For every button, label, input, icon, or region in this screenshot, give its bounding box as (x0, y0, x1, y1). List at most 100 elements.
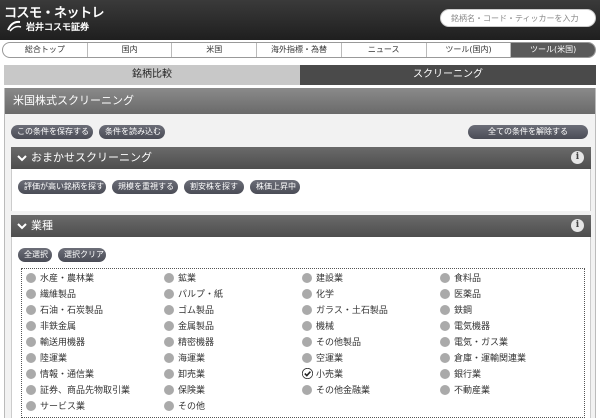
logo-title[interactable]: コスモ・ネットレ (4, 2, 105, 21)
industry-checkbox[interactable]: その他金融業 (302, 383, 370, 396)
checkbox-circle-icon (164, 352, 174, 363)
checkbox-circle-icon (302, 304, 312, 315)
industry-checkbox[interactable]: 医薬品 (440, 287, 481, 300)
checkbox-circle-icon (302, 352, 312, 363)
nav-tools-domestic[interactable]: ツール(国内) (427, 43, 512, 57)
nav-domestic[interactable]: 国内 (88, 43, 173, 57)
industry-checkbox[interactable]: 倉庫・運輸関連業 (440, 351, 526, 364)
omakase-section-title: おまかせスクリーニング (31, 151, 152, 164)
checkbox-circle-icon (440, 352, 450, 363)
checkbox-circle-icon (26, 320, 36, 331)
checkbox-circle-icon (164, 336, 174, 347)
checkbox-circle-icon (440, 272, 450, 283)
industry-checkbox[interactable]: サービス業 (26, 399, 85, 412)
checkbox-circle-icon (26, 400, 36, 411)
industry-checkbox[interactable]: 情報・通信業 (26, 367, 94, 380)
checkbox-circle-icon (26, 336, 36, 347)
checkbox-circle-icon (164, 304, 174, 315)
industry-checkbox[interactable]: 石油・石炭製品 (26, 303, 103, 316)
save-conditions-button[interactable]: この条件を保存する (11, 125, 93, 139)
checkbox-circle-icon (26, 368, 36, 379)
nav-overseas-fx[interactable]: 海外指標・為替 (257, 43, 342, 57)
checkbox-circle-icon (26, 384, 36, 395)
chevron-down-icon (17, 223, 27, 230)
checkbox-circle-icon (164, 320, 174, 331)
industry-checkbox[interactable]: 電気機器 (440, 319, 490, 332)
industry-checkbox[interactable]: 銀行業 (440, 367, 481, 380)
main-nav: 総合トップ 国内 米国 海外指標・為替 ニュース ツール(国内) ツール(米国) (2, 42, 596, 58)
checkbox-circle-icon (26, 272, 36, 283)
omakase-undervalued-button[interactable]: 割安株を探す (184, 180, 244, 194)
industry-checkbox[interactable]: 鉱業 (164, 271, 196, 284)
search-input[interactable] (440, 9, 596, 27)
checkbox-circle-icon (302, 384, 312, 395)
industry-checkbox[interactable]: 空運業 (302, 351, 343, 364)
load-conditions-button[interactable]: 条件を読み込む (99, 125, 165, 139)
checkbox-circle-icon (164, 288, 174, 299)
nav-top[interactable]: 総合トップ (3, 43, 88, 57)
checkbox-circle-icon (164, 368, 174, 379)
checkbox-circle-icon (164, 272, 174, 283)
checkbox-circle-icon (302, 336, 312, 347)
industry-checkbox[interactable]: 海運業 (164, 351, 205, 364)
checkbox-circle-icon (26, 304, 36, 315)
nav-us[interactable]: 米国 (172, 43, 258, 57)
industry-checkbox[interactable]: 水産・農林業 (26, 271, 94, 284)
info-icon[interactable]: i (571, 151, 584, 164)
industry-checkbox-checked[interactable]: 小売業 (302, 367, 343, 380)
logo-subtitle: 岩井コスモ証券 (26, 23, 90, 33)
info-icon[interactable]: i (571, 219, 584, 232)
industry-checkbox[interactable]: 精密機器 (164, 335, 214, 348)
industry-checkbox[interactable]: 繊維製品 (26, 287, 76, 300)
omakase-section-body: 評価が高い銘柄を探す 規模を重視する 割安株を探す 株価上昇中 (11, 169, 591, 211)
checkbox-circle-icon (164, 400, 174, 411)
checkbox-circle-icon (440, 368, 450, 379)
nav-news[interactable]: ニュース (342, 43, 427, 57)
sub-tabs: 銘柄比較 スクリーニング (4, 65, 596, 85)
industry-checkbox[interactable]: 陸運業 (26, 351, 67, 364)
checkbox-circle-icon (26, 288, 36, 299)
omakase-rising-button[interactable]: 株価上昇中 (250, 180, 300, 194)
industry-checkbox[interactable]: 建設業 (302, 271, 343, 284)
industry-checkbox[interactable]: 保険業 (164, 383, 205, 396)
omakase-high-rating-button[interactable]: 評価が高い銘柄を探す (18, 180, 106, 194)
industry-checkbox[interactable]: 金属製品 (164, 319, 214, 332)
industry-checkbox[interactable]: 食料品 (440, 271, 481, 284)
page-title: 米国株式スクリーニング (5, 88, 595, 114)
checkbox-circle-icon (440, 288, 450, 299)
industry-checkbox[interactable]: 鉄鋼 (440, 303, 472, 316)
nav-tools-us[interactable]: ツール(米国) (511, 43, 595, 57)
industry-checkbox[interactable]: 輸送用機器 (26, 335, 85, 348)
omakase-section-header[interactable]: おまかせスクリーニング i (11, 147, 591, 169)
checkbox-circle-icon (440, 320, 450, 331)
industry-checkbox[interactable]: パルプ・紙 (164, 287, 223, 300)
clear-selection-button[interactable]: 選択クリア (58, 248, 106, 262)
checkbox-circle-icon (164, 384, 174, 395)
app-header: コスモ・ネットレ 岩井コスモ証券 (0, 0, 600, 40)
checkbox-circle-icon (440, 384, 450, 395)
tab-screening[interactable]: スクリーニング (300, 65, 596, 85)
checkbox-circle-icon (440, 304, 450, 315)
checkbox-circle-icon (302, 272, 312, 283)
industry-checkbox[interactable]: その他製品 (302, 335, 361, 348)
industry-checkbox[interactable]: 機械 (302, 319, 334, 332)
screening-panel: 米国株式スクリーニング この条件を保存する 条件を読み込む 全ての条件を解除する… (4, 88, 596, 418)
tab-compare[interactable]: 銘柄比較 (4, 65, 300, 85)
industry-checkbox[interactable]: ガラス・土石製品 (302, 303, 388, 316)
industry-section-title: 業種 (31, 219, 53, 232)
industry-checkbox[interactable]: ゴム製品 (164, 303, 214, 316)
industry-checkbox[interactable]: 卸売業 (164, 367, 205, 380)
industry-section-header[interactable]: 業種 i (11, 215, 591, 237)
industry-checkbox[interactable]: 化学 (302, 287, 334, 300)
omakase-size-button[interactable]: 規模を重視する (112, 180, 178, 194)
industry-checkbox[interactable]: 電気・ガス業 (440, 335, 508, 348)
industry-checkbox[interactable]: 不動産業 (440, 383, 490, 396)
clear-all-conditions-button[interactable]: 全ての条件を解除する (468, 125, 588, 139)
industry-checkbox[interactable]: 証券、商品先物取引業 (26, 383, 130, 396)
checkbox-circle-icon (302, 320, 312, 331)
chevron-down-icon (17, 155, 27, 162)
logo-mark-icon (7, 20, 22, 32)
industry-checkbox[interactable]: 非鉄金属 (26, 319, 76, 332)
industry-checkbox[interactable]: その他 (164, 399, 205, 412)
select-all-button[interactable]: 全選択 (18, 248, 52, 262)
